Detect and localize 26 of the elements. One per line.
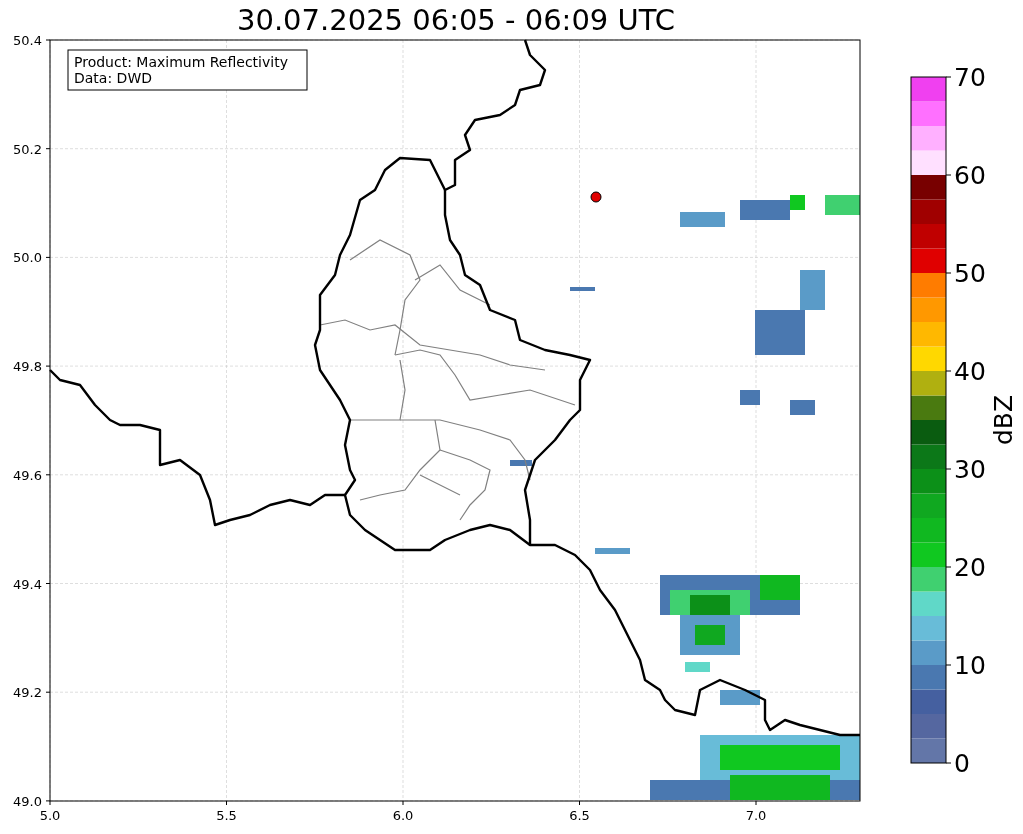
x-tick-label: 7.0 [745,808,767,823]
x-tick-label: 5.5 [216,808,237,823]
colorbar-tick-label: 30 [954,455,986,484]
colorbar-tick-label: 50 [954,259,986,288]
y-tick-label: 49.6 [13,467,42,483]
y-tick-label: 49.0 [13,793,42,809]
x-tick-label: 5.0 [39,808,61,823]
y-tick-label: 49.4 [13,576,42,592]
x-tick-label: 6.0 [392,808,414,823]
y-tick-label: 50.0 [13,250,42,266]
y-tick-label: 49.2 [13,685,42,701]
y-tick-label: 50.2 [13,141,42,157]
colorbar-tick-label: 10 [954,651,986,680]
figure-title: 30.07.2025 06:05 - 06:09 UTC [237,3,675,37]
info-text: Product: Maximum Reflectivity [74,54,288,70]
colorbar-label: dBZ [989,394,1018,446]
colorbar-tick-label: 40 [954,357,986,386]
y-tick-label: 49.8 [13,359,42,375]
x-tick-label: 6.5 [569,808,590,823]
colorbar-tick-label: 0 [954,749,970,778]
info-text: Data: DWD [74,70,152,86]
colorbar-tick-label: 60 [954,161,986,190]
colorbar-tick-label: 20 [954,553,986,582]
location-marker [590,191,602,203]
y-tick-label: 50.4 [13,33,42,48]
colorbar-tick-label: 70 [954,63,986,92]
